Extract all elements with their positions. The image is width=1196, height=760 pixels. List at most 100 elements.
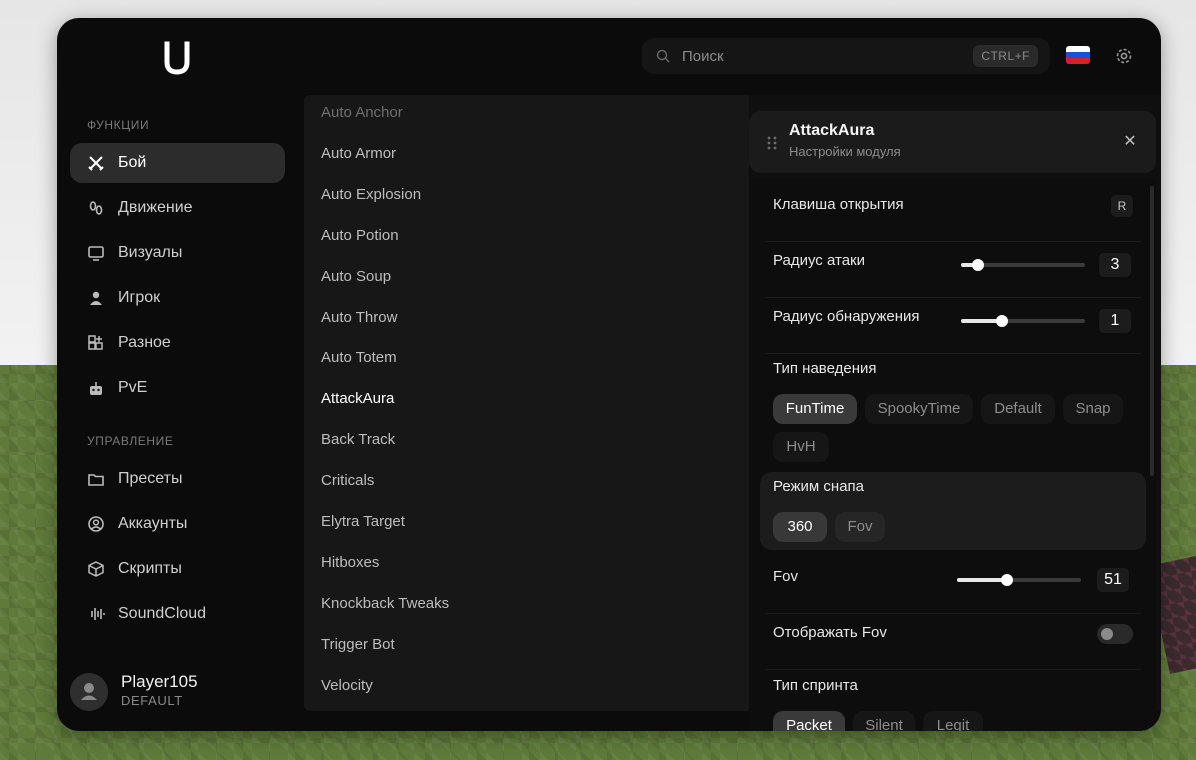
module-settings-header[interactable]: AttackAura Настройки модуля ✕ bbox=[749, 111, 1156, 173]
show-fov-row: Отображать Fov bbox=[765, 624, 1141, 654]
footsteps-icon bbox=[89, 201, 103, 215]
module-list-item[interactable]: Auto Totem bbox=[321, 349, 397, 366]
snap-mode-box: Режим снапа 360 Fov bbox=[760, 472, 1146, 550]
detect-radius-value[interactable]: 1 bbox=[1099, 309, 1131, 333]
attack-radius-slider[interactable] bbox=[961, 259, 1085, 271]
fov-slider[interactable] bbox=[957, 574, 1081, 586]
detect-radius-slider[interactable] bbox=[961, 315, 1085, 327]
search-icon bbox=[656, 49, 670, 63]
fov-value[interactable]: 51 bbox=[1097, 568, 1129, 592]
sidebar-item[interactable]: Разное bbox=[70, 323, 285, 363]
user-profile[interactable]: Player105 DEFAULT bbox=[70, 672, 285, 712]
detect-radius-row: Радиус обнаружения 1 bbox=[765, 308, 1141, 338]
snap-mode-chip[interactable]: Fov bbox=[835, 512, 885, 542]
robot-icon bbox=[90, 382, 102, 395]
folder-icon bbox=[88, 474, 104, 486]
language-flag-icon[interactable] bbox=[1066, 46, 1090, 64]
module-list-item[interactable]: Criticals bbox=[321, 472, 374, 489]
sidebar-item-label: Игрок bbox=[118, 289, 161, 306]
avatar bbox=[70, 673, 108, 711]
aim-type-row: Тип наведения bbox=[765, 360, 1141, 380]
sidebar-item-label: Движение bbox=[118, 199, 193, 216]
divider bbox=[765, 669, 1141, 670]
slider-knob[interactable] bbox=[972, 259, 985, 271]
aim-type-label: Тип наведения bbox=[773, 360, 877, 377]
module-list-item[interactable]: Back Track bbox=[321, 431, 395, 448]
fov-label: Fov bbox=[773, 568, 799, 585]
gear-icon[interactable] bbox=[1114, 46, 1134, 66]
aim-type-chip[interactable]: Snap bbox=[1063, 394, 1123, 424]
grid-plus-icon bbox=[88, 335, 103, 350]
module-list-item[interactable]: Knockback Tweaks bbox=[321, 595, 449, 612]
client-window: CTRL+F ФУНКЦИИ Бой Движение Визуалы Игрок Раз… bbox=[57, 18, 1161, 731]
module-list: Auto Anchor Auto Armor Auto Explosion Auto … bbox=[304, 95, 749, 711]
module-list-item[interactable]: Auto Armor bbox=[321, 145, 396, 162]
aim-type-chip[interactable]: HvH bbox=[773, 432, 829, 462]
soundwave-icon bbox=[91, 608, 105, 620]
module-list-item[interactable]: Auto Explosion bbox=[321, 186, 421, 203]
snap-mode-chip[interactable]: 360 bbox=[773, 512, 827, 542]
sprint-type-chip[interactable]: Legit bbox=[923, 711, 983, 731]
search-bar[interactable]: CTRL+F bbox=[642, 38, 1050, 74]
slider-fill bbox=[957, 578, 1007, 582]
sprint-type-row: Тип спринта bbox=[765, 677, 1141, 697]
sidebar-item[interactable]: PvE bbox=[70, 368, 285, 408]
slider-knob[interactable] bbox=[995, 315, 1008, 327]
sidebar-item-label: PvE bbox=[118, 379, 148, 396]
module-title: AttackAura bbox=[789, 122, 875, 139]
show-fov-toggle[interactable] bbox=[1097, 624, 1133, 644]
toggle-knob bbox=[1101, 628, 1113, 640]
sidebar-item-label: Разное bbox=[118, 334, 171, 351]
monitor-icon bbox=[88, 246, 104, 261]
sprint-type-chip[interactable]: Silent bbox=[853, 711, 915, 731]
attack-radius-row: Радиус атаки 3 bbox=[765, 252, 1141, 282]
profile-role: DEFAULT bbox=[121, 693, 183, 708]
slider-knob[interactable] bbox=[1000, 574, 1013, 586]
sidebar-item-label: Бой bbox=[118, 154, 147, 171]
aim-type-chip[interactable]: Default bbox=[981, 394, 1055, 424]
module-list-item[interactable]: Auto Anchor bbox=[321, 104, 403, 121]
sidebar-item-label: Скрипты bbox=[118, 560, 182, 577]
module-list-item[interactable]: Auto Throw bbox=[321, 309, 397, 326]
sidebar-item[interactable]: Аккаунты bbox=[70, 504, 285, 544]
sidebar-item-label: Визуалы bbox=[118, 244, 183, 261]
sidebar-item[interactable]: SoundCloud bbox=[70, 594, 285, 634]
sidebar-item-label: Аккаунты bbox=[118, 515, 188, 532]
sidebar-section-label: УПРАВЛЕНИЕ bbox=[87, 434, 174, 448]
close-icon[interactable]: ✕ bbox=[1120, 132, 1140, 152]
avatar-user-icon bbox=[81, 683, 97, 700]
module-list-item[interactable]: Hitboxes bbox=[321, 554, 379, 571]
sidebar-item[interactable]: Пресеты bbox=[70, 459, 285, 499]
divider bbox=[765, 241, 1141, 242]
sidebar-item[interactable]: Игрок bbox=[70, 278, 285, 318]
open-key-bind[interactable]: R bbox=[1111, 195, 1133, 217]
search-input[interactable] bbox=[682, 38, 962, 74]
divider bbox=[765, 613, 1141, 614]
sidebar-item[interactable]: Скрипты bbox=[70, 549, 285, 589]
drag-handle-icon[interactable] bbox=[766, 135, 778, 151]
aim-type-chip[interactable]: SpookyTime bbox=[865, 394, 973, 424]
open-key-label: Клавиша открытия bbox=[773, 196, 904, 213]
sprint-type-label: Тип спринта bbox=[773, 677, 858, 694]
aim-type-chip[interactable]: FunTime bbox=[773, 394, 857, 424]
module-list-item[interactable]: Trigger Bot bbox=[321, 636, 395, 653]
module-list-item[interactable]: Auto Potion bbox=[321, 227, 399, 244]
cube-icon bbox=[88, 561, 104, 577]
module-list-item[interactable]: Velocity bbox=[321, 677, 373, 694]
settings-scrollbar[interactable] bbox=[1150, 186, 1154, 476]
divider bbox=[765, 353, 1141, 354]
sidebar-item[interactable]: Движение bbox=[70, 188, 285, 228]
sprint-type-chip[interactable]: Packet bbox=[773, 711, 845, 731]
profile-name: Player105 bbox=[121, 672, 198, 691]
snap-mode-label: Режим снапа bbox=[773, 478, 865, 495]
sidebar-item[interactable]: Визуалы bbox=[70, 233, 285, 273]
module-list-item[interactable]: Auto Soup bbox=[321, 268, 391, 285]
attack-radius-label: Радиус атаки bbox=[773, 252, 865, 269]
logo-icon bbox=[164, 41, 190, 75]
sidebar-item[interactable]: Бой bbox=[70, 143, 285, 183]
module-list-item[interactable]: AttackAura bbox=[321, 390, 394, 407]
attack-radius-value[interactable]: 3 bbox=[1099, 253, 1131, 277]
user-icon bbox=[90, 291, 102, 305]
detect-radius-label: Радиус обнаружения bbox=[773, 308, 920, 325]
module-list-item[interactable]: Elytra Target bbox=[321, 513, 405, 530]
